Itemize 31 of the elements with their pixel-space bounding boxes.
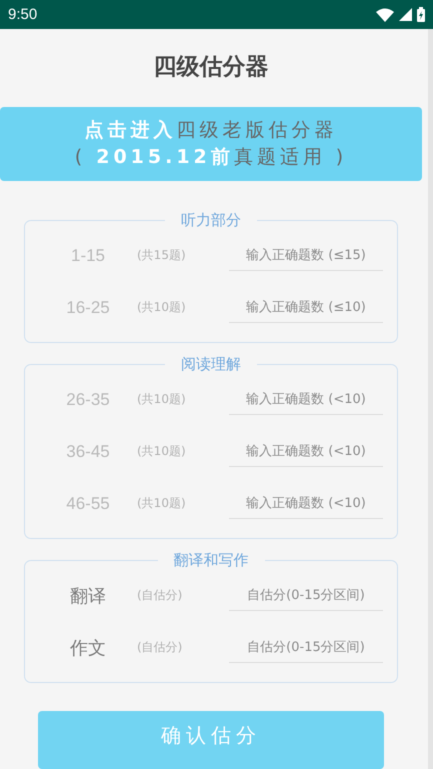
section-title: 翻译和写作 [172,550,250,570]
input-field[interactable]: 自估分(0-15分区间) [229,632,383,664]
question-count: (共15题) [136,247,187,264]
section-title: 阅读理解 [180,354,242,374]
input-field[interactable]: 输入正确题数 (<10) [229,488,383,520]
input-field[interactable]: 输入正确题数 (<10) [229,384,383,416]
question-range: 16-25 [65,298,111,318]
input-field[interactable]: 输入正确题数 (<10) [229,436,383,468]
wifi-icon [376,8,394,22]
app-title: 四级估分器 [152,53,270,82]
question-range: 46-55 [65,494,111,514]
battery-icon [417,7,425,22]
section-label: 翻译 [69,584,107,608]
question-count: (共10题) [136,299,187,316]
input-field[interactable]: 自估分(0-15分区间) [229,580,383,612]
question-range: 1-15 [70,246,106,266]
question-count: (共10题) [136,443,187,460]
question-range: 36-45 [65,442,111,462]
question-count: (共10题) [136,391,187,408]
question-count: (共10题) [136,495,187,512]
input-field[interactable]: 输入正确题数 (≤10) [229,292,383,324]
question-count: (自估分) [136,587,184,604]
signal-icon [399,8,412,21]
input-field[interactable]: 输入正确题数 (≤15) [229,240,383,272]
question-count: (自估分) [136,639,184,656]
clock-time: 9:50 [8,6,38,23]
section-label: 作文 [69,636,107,660]
old-version-banner[interactable]: 点击进入四级老版估分器 ( 2015.12前真题适用 ) [0,106,422,181]
section-title: 听力部分 [180,210,242,230]
confirm-button[interactable]: 确认估分 [38,710,384,769]
question-range: 26-35 [65,390,111,410]
